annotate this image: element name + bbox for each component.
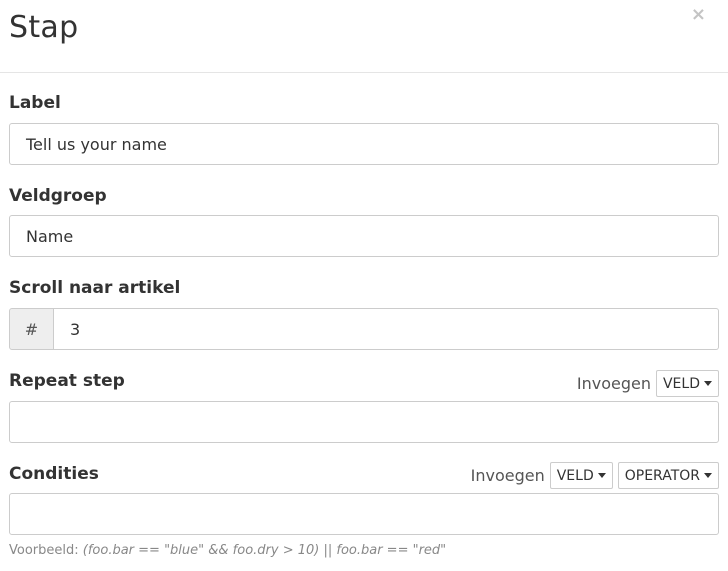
conditions-insert-label: Invoegen (470, 466, 545, 485)
help-prefix: Voorbeeld: (9, 543, 83, 558)
caret-down-icon (597, 473, 606, 478)
conditions-operator-dropdown[interactable]: OPERATOR (617, 462, 719, 489)
modal-header: Stap × (0, 0, 728, 73)
modal-title: Stap (9, 10, 79, 45)
repeat-step-input[interactable] (9, 401, 719, 443)
scroll-label: Scroll naar artikel (9, 278, 181, 298)
repeat-field-dropdown[interactable]: VELD (655, 370, 719, 397)
conditions-help-text: Voorbeeld: (foo.bar == "blue" && foo.dry… (9, 543, 446, 558)
repeat-step-label: Repeat step (9, 371, 125, 391)
help-example: (foo.bar == "blue" && foo.dry > 10) || f… (82, 543, 447, 558)
repeat-insert-label: Invoegen (576, 374, 651, 393)
caret-down-icon (704, 381, 712, 386)
repeat-insert-bar: Invoegen VELD (577, 370, 719, 397)
conditions-label: Condities (9, 464, 99, 484)
conditions-input[interactable] (9, 493, 719, 535)
label-input[interactable]: Tell us your name (9, 123, 719, 165)
caret-down-icon (704, 473, 712, 478)
conditions-field-dropdown[interactable]: VELD (549, 462, 613, 489)
label-field-label: Label (9, 93, 61, 113)
conditions-field-dropdown-label: VELD (556, 467, 594, 484)
close-icon[interactable]: × (691, 5, 706, 25)
scroll-input[interactable]: 3 (54, 308, 719, 350)
conditions-operator-dropdown-label: OPERATOR (624, 467, 700, 484)
fieldgroup-input[interactable]: Name (9, 215, 719, 257)
repeat-field-dropdown-label: VELD (662, 375, 700, 392)
hash-addon: # (9, 308, 54, 350)
conditions-insert-bar: Invoegen VELD OPERATOR (471, 462, 719, 489)
fieldgroup-label: Veldgroep (9, 186, 107, 206)
scroll-input-group: # 3 (9, 308, 719, 350)
